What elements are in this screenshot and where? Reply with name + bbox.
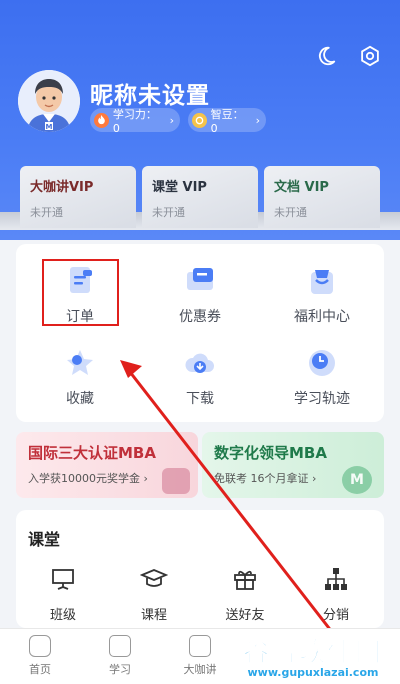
home-icon	[29, 635, 51, 657]
tab-label: 学习	[109, 663, 131, 676]
watermark-title: 谷普软件园	[242, 638, 383, 669]
tab-label: 首页	[29, 663, 51, 676]
audio-icon	[189, 635, 211, 657]
book-icon	[109, 635, 131, 657]
watermark: 谷普软件园 www.gupuxlazai.com	[226, 628, 400, 684]
tab-label: 大咖讲	[183, 663, 217, 676]
watermark-url: www.gupuxlazai.com	[247, 666, 379, 679]
tab-dakajiang[interactable]: 大咖讲	[170, 635, 230, 677]
annotation-arrow	[120, 360, 362, 669]
tab-home[interactable]: 首页	[10, 635, 70, 677]
tab-study[interactable]: 学习	[90, 635, 150, 677]
